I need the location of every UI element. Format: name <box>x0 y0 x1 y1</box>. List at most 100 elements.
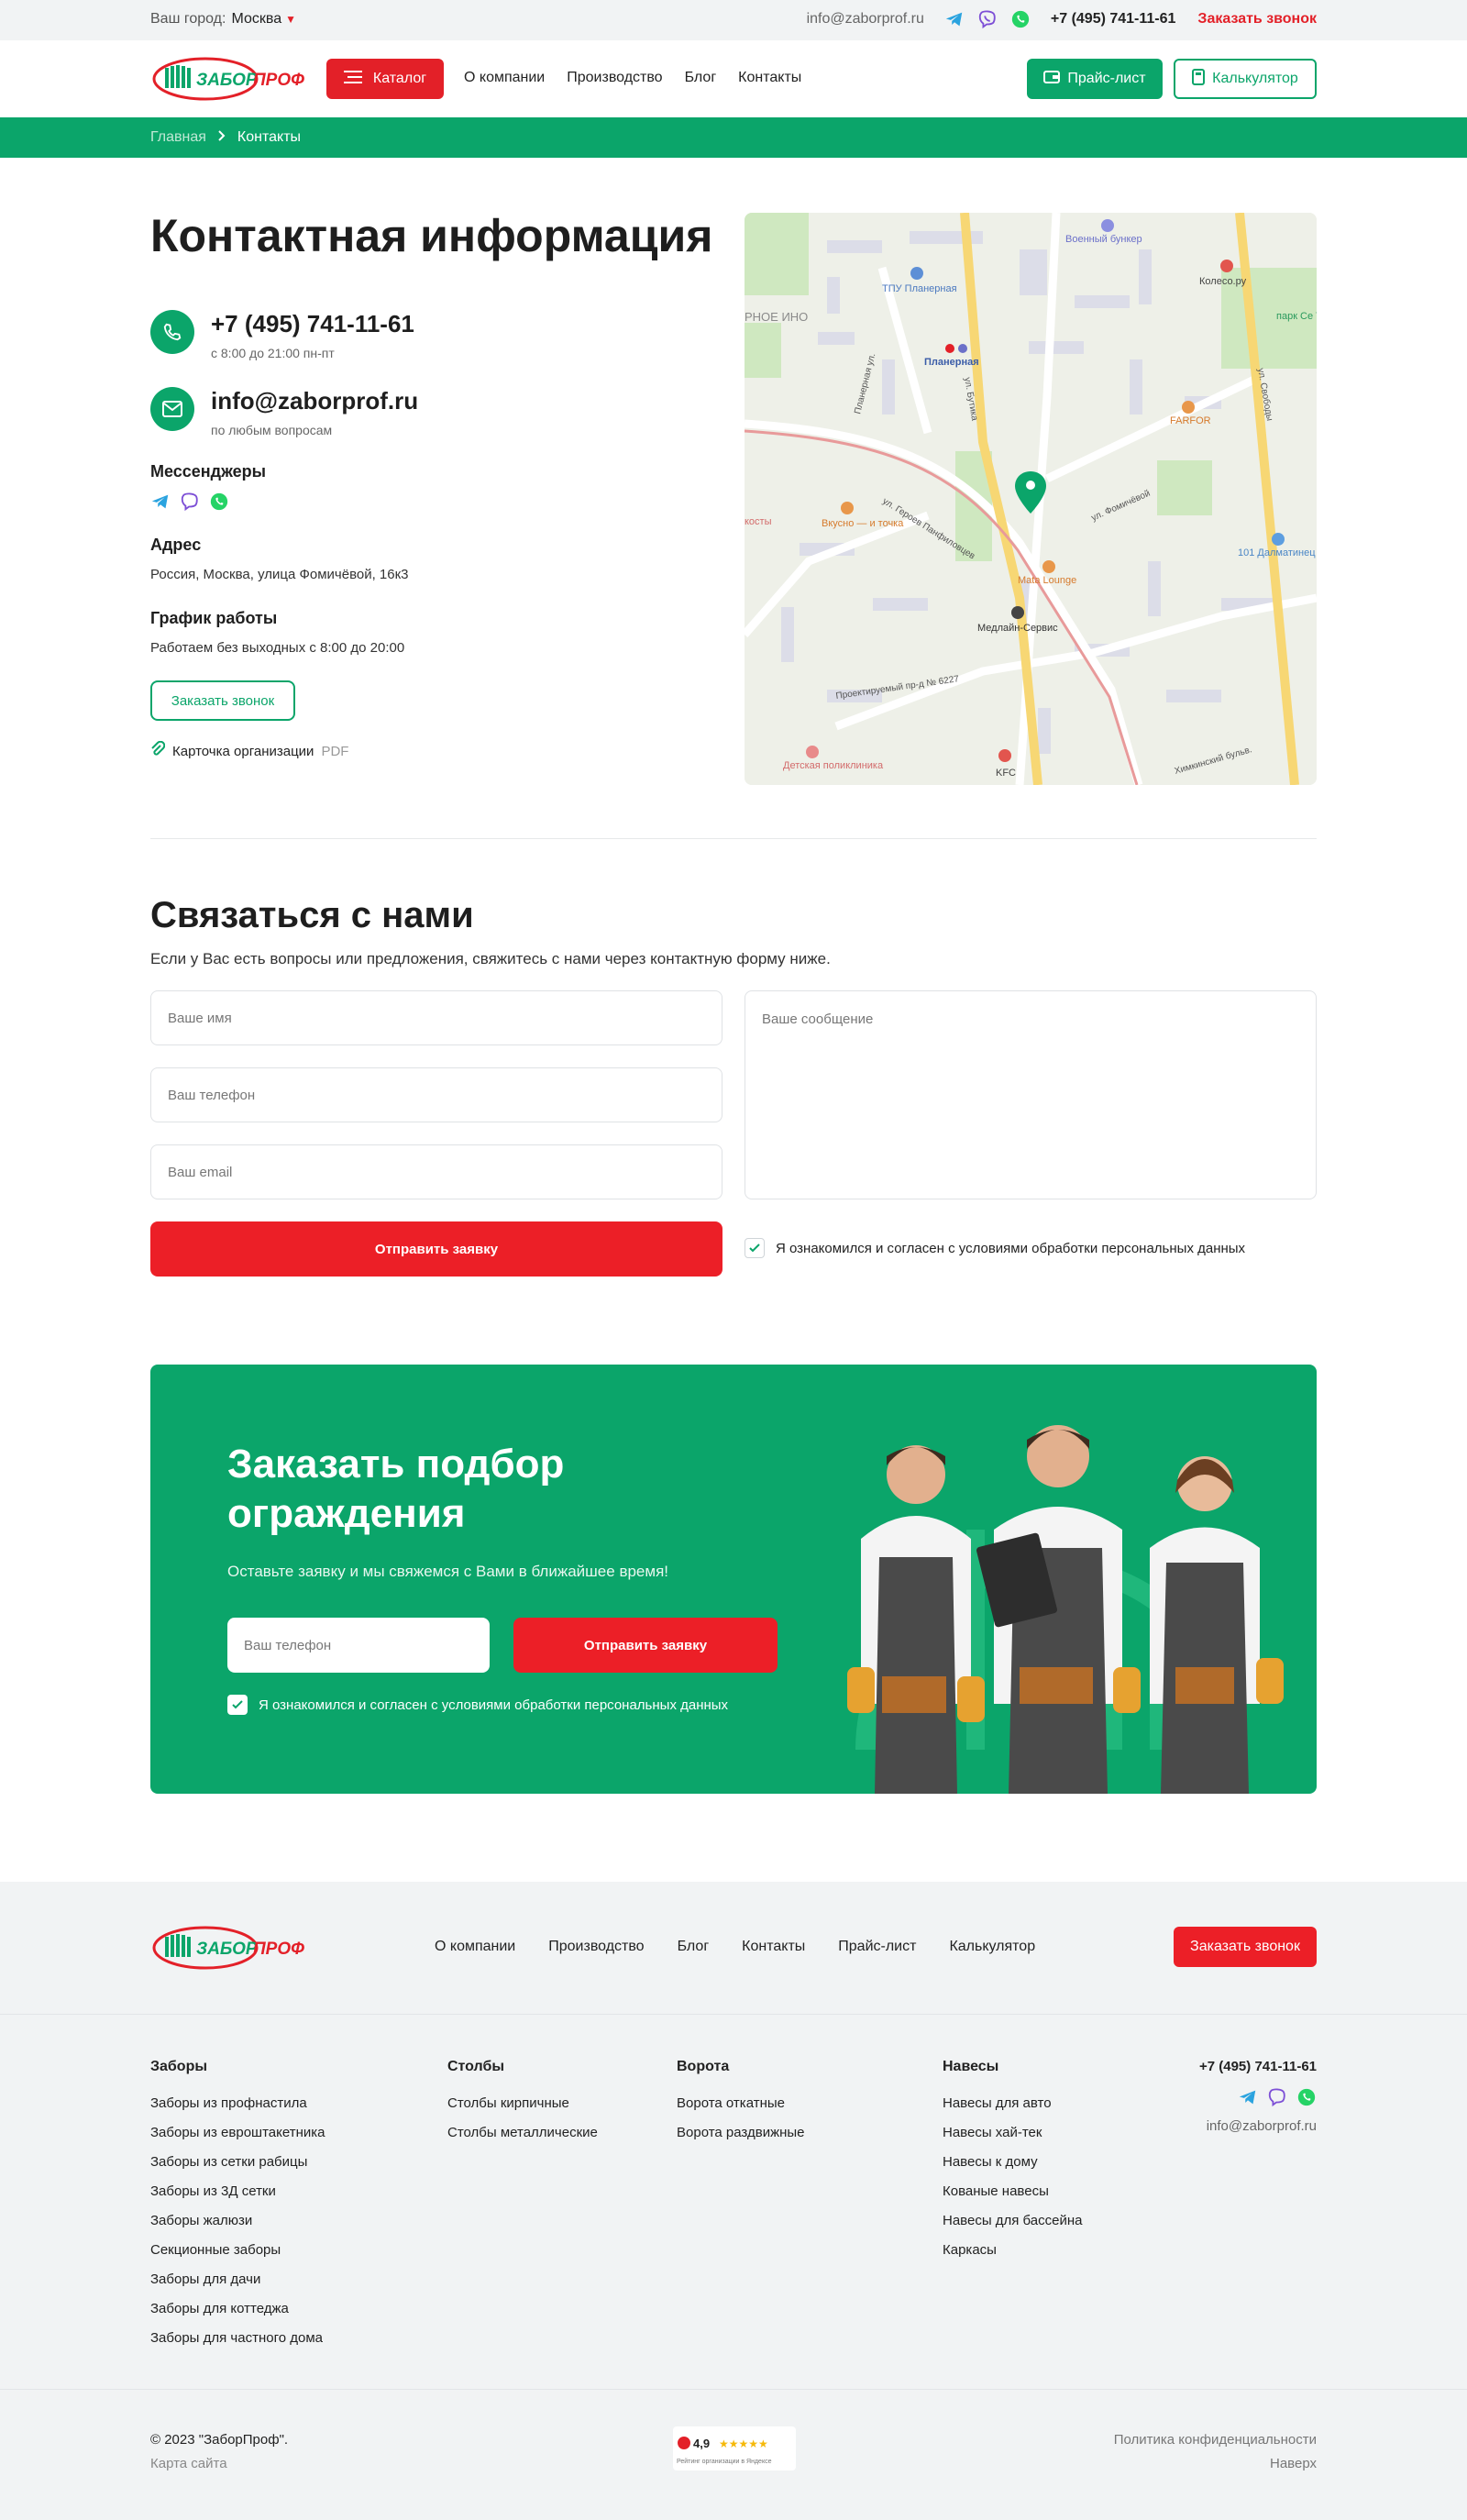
city-selector[interactable]: Ваш город: Москва ▼ <box>150 11 296 28</box>
schedule-label: График работы <box>150 609 278 627</box>
footer-link[interactable]: Заборы из профнастила <box>150 2095 325 2111</box>
topbar-email[interactable]: info@zaborprof.ru <box>807 11 924 28</box>
viber-icon[interactable] <box>180 492 200 512</box>
name-input[interactable]: Ваше имя <box>150 990 722 1045</box>
phone-input[interactable]: Ваш телефон <box>150 1067 722 1122</box>
calculator-label: Калькулятор <box>1212 71 1298 86</box>
site-header: ЗАБОР ПРОФ Каталог О компании Производст… <box>0 40 1467 117</box>
price-list-button[interactable]: Прайс-лист <box>1027 59 1163 99</box>
footer-link[interactable]: Заборы для коттеджа <box>150 2301 325 2316</box>
cta-consent-label: Я ознакомился и согласен с условиями обр… <box>259 1697 729 1713</box>
workers-image <box>847 1425 1284 1794</box>
location-map[interactable]: Военный бункер ТПУ Планерная Колесо.ру п… <box>745 213 1317 785</box>
catalog-button[interactable]: Каталог <box>326 59 444 99</box>
card-link-format: PDF <box>321 743 349 759</box>
sitemap-link[interactable]: Карта сайта <box>150 2456 227 2471</box>
footer-phone[interactable]: +7 (495) 741-11-61 <box>1199 2059 1317 2074</box>
map-label-bunker: Военный бункер <box>1065 234 1142 245</box>
footer-link[interactable]: Столбы металлические <box>447 2125 598 2140</box>
footer-link[interactable]: Каркасы <box>943 2242 1083 2258</box>
footer-nav-calculator[interactable]: Калькулятор <box>949 1939 1035 1955</box>
cta-consent-row[interactable]: Я ознакомился и согласен с условиями обр… <box>227 1695 728 1715</box>
footer-callback-button[interactable]: Заказать звонок <box>1174 1927 1317 1967</box>
cta-submit-button[interactable]: Отправить заявку <box>513 1618 778 1673</box>
footer-column-title: Навесы <box>943 2059 999 2074</box>
svg-text:ЗАБОР: ЗАБОР <box>196 71 258 90</box>
calculator-button[interactable]: Калькулятор <box>1174 59 1317 99</box>
footer-link[interactable]: Навесы хай-тек <box>943 2125 1083 2140</box>
contact-phone[interactable]: +7 (495) 741-11-61 <box>211 310 414 338</box>
footer-link[interactable]: Столбы кирпичные <box>447 2095 598 2111</box>
yandex-rating-badge[interactable]: 4,9 ★★★★★ Рейтинг организации в Яндексе <box>673 2426 796 2470</box>
form-subtitle: Если у Вас есть вопросы или предложения,… <box>150 950 831 967</box>
footer-link[interactable]: Заборы из евроштакетника <box>150 2125 325 2140</box>
section-divider <box>150 838 1317 839</box>
page-title: Контактная информация <box>150 210 713 261</box>
topbar: Ваш город: Москва ▼ info@zaborprof.ru +7 (… <box>0 0 1467 40</box>
email-input[interactable]: Ваш email <box>150 1144 722 1199</box>
footer-link[interactable]: Секционные заборы <box>150 2242 325 2258</box>
consent-checkbox-row[interactable]: Я ознакомился и согласен с условиями обр… <box>745 1238 1245 1258</box>
footer-link[interactable]: Ворота откатные <box>677 2095 805 2111</box>
footer-link[interactable]: Заборы для дачи <box>150 2271 325 2287</box>
map-label-zone: РНОЕ ИНО <box>745 310 808 324</box>
footer-nav-production[interactable]: Производство <box>548 1939 644 1955</box>
footer-logo[interactable]: ЗАБОР ПРОФ <box>150 1922 306 1973</box>
message-textarea[interactable]: Ваше сообщение <box>745 990 1317 1199</box>
footer-link[interactable]: Ворота раздвижные <box>677 2125 805 2140</box>
breadcrumb: Главная Контакты <box>0 117 1467 158</box>
nav-item-contacts[interactable]: Контакты <box>738 70 801 86</box>
whatsapp-icon[interactable] <box>1296 2087 1317 2107</box>
order-callback-button[interactable]: Заказать звонок <box>150 680 295 721</box>
scroll-to-top-link[interactable]: Наверх <box>1270 2456 1317 2471</box>
messenger-icons <box>150 492 229 512</box>
nav-item-about[interactable]: О компании <box>464 70 545 86</box>
footer-column-title: Ворота <box>677 2059 730 2074</box>
footer-nav-price-list[interactable]: Прайс-лист <box>838 1939 916 1955</box>
viber-icon[interactable] <box>1267 2087 1287 2107</box>
nav-item-production[interactable]: Производство <box>567 70 662 86</box>
breadcrumb-home[interactable]: Главная <box>150 129 206 146</box>
footer-nav-about[interactable]: О компании <box>435 1939 515 1955</box>
map-label-koleso: Колесо.ру <box>1199 276 1247 287</box>
footer-link[interactable]: Заборы для частного дома <box>150 2330 325 2346</box>
footer-link[interactable]: Заборы из 3Д сетки <box>150 2183 325 2199</box>
footer-link[interactable]: Навесы для бассейна <box>943 2213 1083 2228</box>
map-label-kosty: косты <box>745 516 772 527</box>
cta-consent-checkbox[interactable] <box>227 1695 248 1715</box>
viber-icon[interactable] <box>977 9 998 29</box>
city-value[interactable]: Москва <box>231 11 281 27</box>
topbar-phone[interactable]: +7 (495) 741-11-61 <box>1051 11 1176 28</box>
footer-link[interactable]: Заборы жалюзи <box>150 2213 325 2228</box>
catalog-label: Каталог <box>372 71 427 86</box>
chevron-down-icon[interactable]: ▼ <box>285 13 296 26</box>
contact-email[interactable]: info@zaborprof.ru <box>211 387 418 415</box>
footer-column-title: Столбы <box>447 2059 505 2074</box>
footer-nav-contacts[interactable]: Контакты <box>742 1939 805 1955</box>
submit-button[interactable]: Отправить заявку <box>150 1221 722 1277</box>
messengers-label: Мессенджеры <box>150 462 266 481</box>
whatsapp-icon[interactable] <box>1010 9 1031 29</box>
footer-nav-blog[interactable]: Блог <box>678 1939 710 1955</box>
organization-card-link[interactable]: Карточка организации PDF <box>150 740 349 761</box>
privacy-policy-link[interactable]: Политика конфиденциальности <box>1114 2432 1317 2448</box>
paperclip-icon <box>150 740 166 761</box>
footer-top: ЗАБОР ПРОФ О компании Производство Блог … <box>0 1882 1467 2014</box>
price-list-label: Прайс-лист <box>1067 71 1146 86</box>
footer-email[interactable]: info@zaborprof.ru <box>1199 2118 1317 2134</box>
footer-link[interactable]: Кованые навесы <box>943 2183 1083 2199</box>
cta-phone-input[interactable]: Ваш телефон <box>227 1618 490 1673</box>
consent-checkbox[interactable] <box>745 1238 765 1258</box>
logo[interactable]: ЗАБОР ПРОФ <box>150 53 306 105</box>
whatsapp-icon[interactable] <box>209 492 229 512</box>
phone-hours: с 8:00 до 21:00 пн-пт <box>211 346 335 360</box>
telegram-icon[interactable] <box>150 492 171 512</box>
telegram-icon[interactable] <box>1238 2087 1258 2107</box>
nav-item-blog[interactable]: Блог <box>685 70 717 86</box>
telegram-icon[interactable] <box>944 9 965 29</box>
footer-link[interactable]: Навесы для авто <box>943 2095 1083 2111</box>
consent-label: Я ознакомился и согласен с условиями обр… <box>776 1240 1246 1256</box>
footer-link[interactable]: Навесы к дому <box>943 2154 1083 2170</box>
footer-link[interactable]: Заборы из сетки рабицы <box>150 2154 325 2170</box>
topbar-callback-link[interactable]: Заказать звонок <box>1197 11 1317 28</box>
